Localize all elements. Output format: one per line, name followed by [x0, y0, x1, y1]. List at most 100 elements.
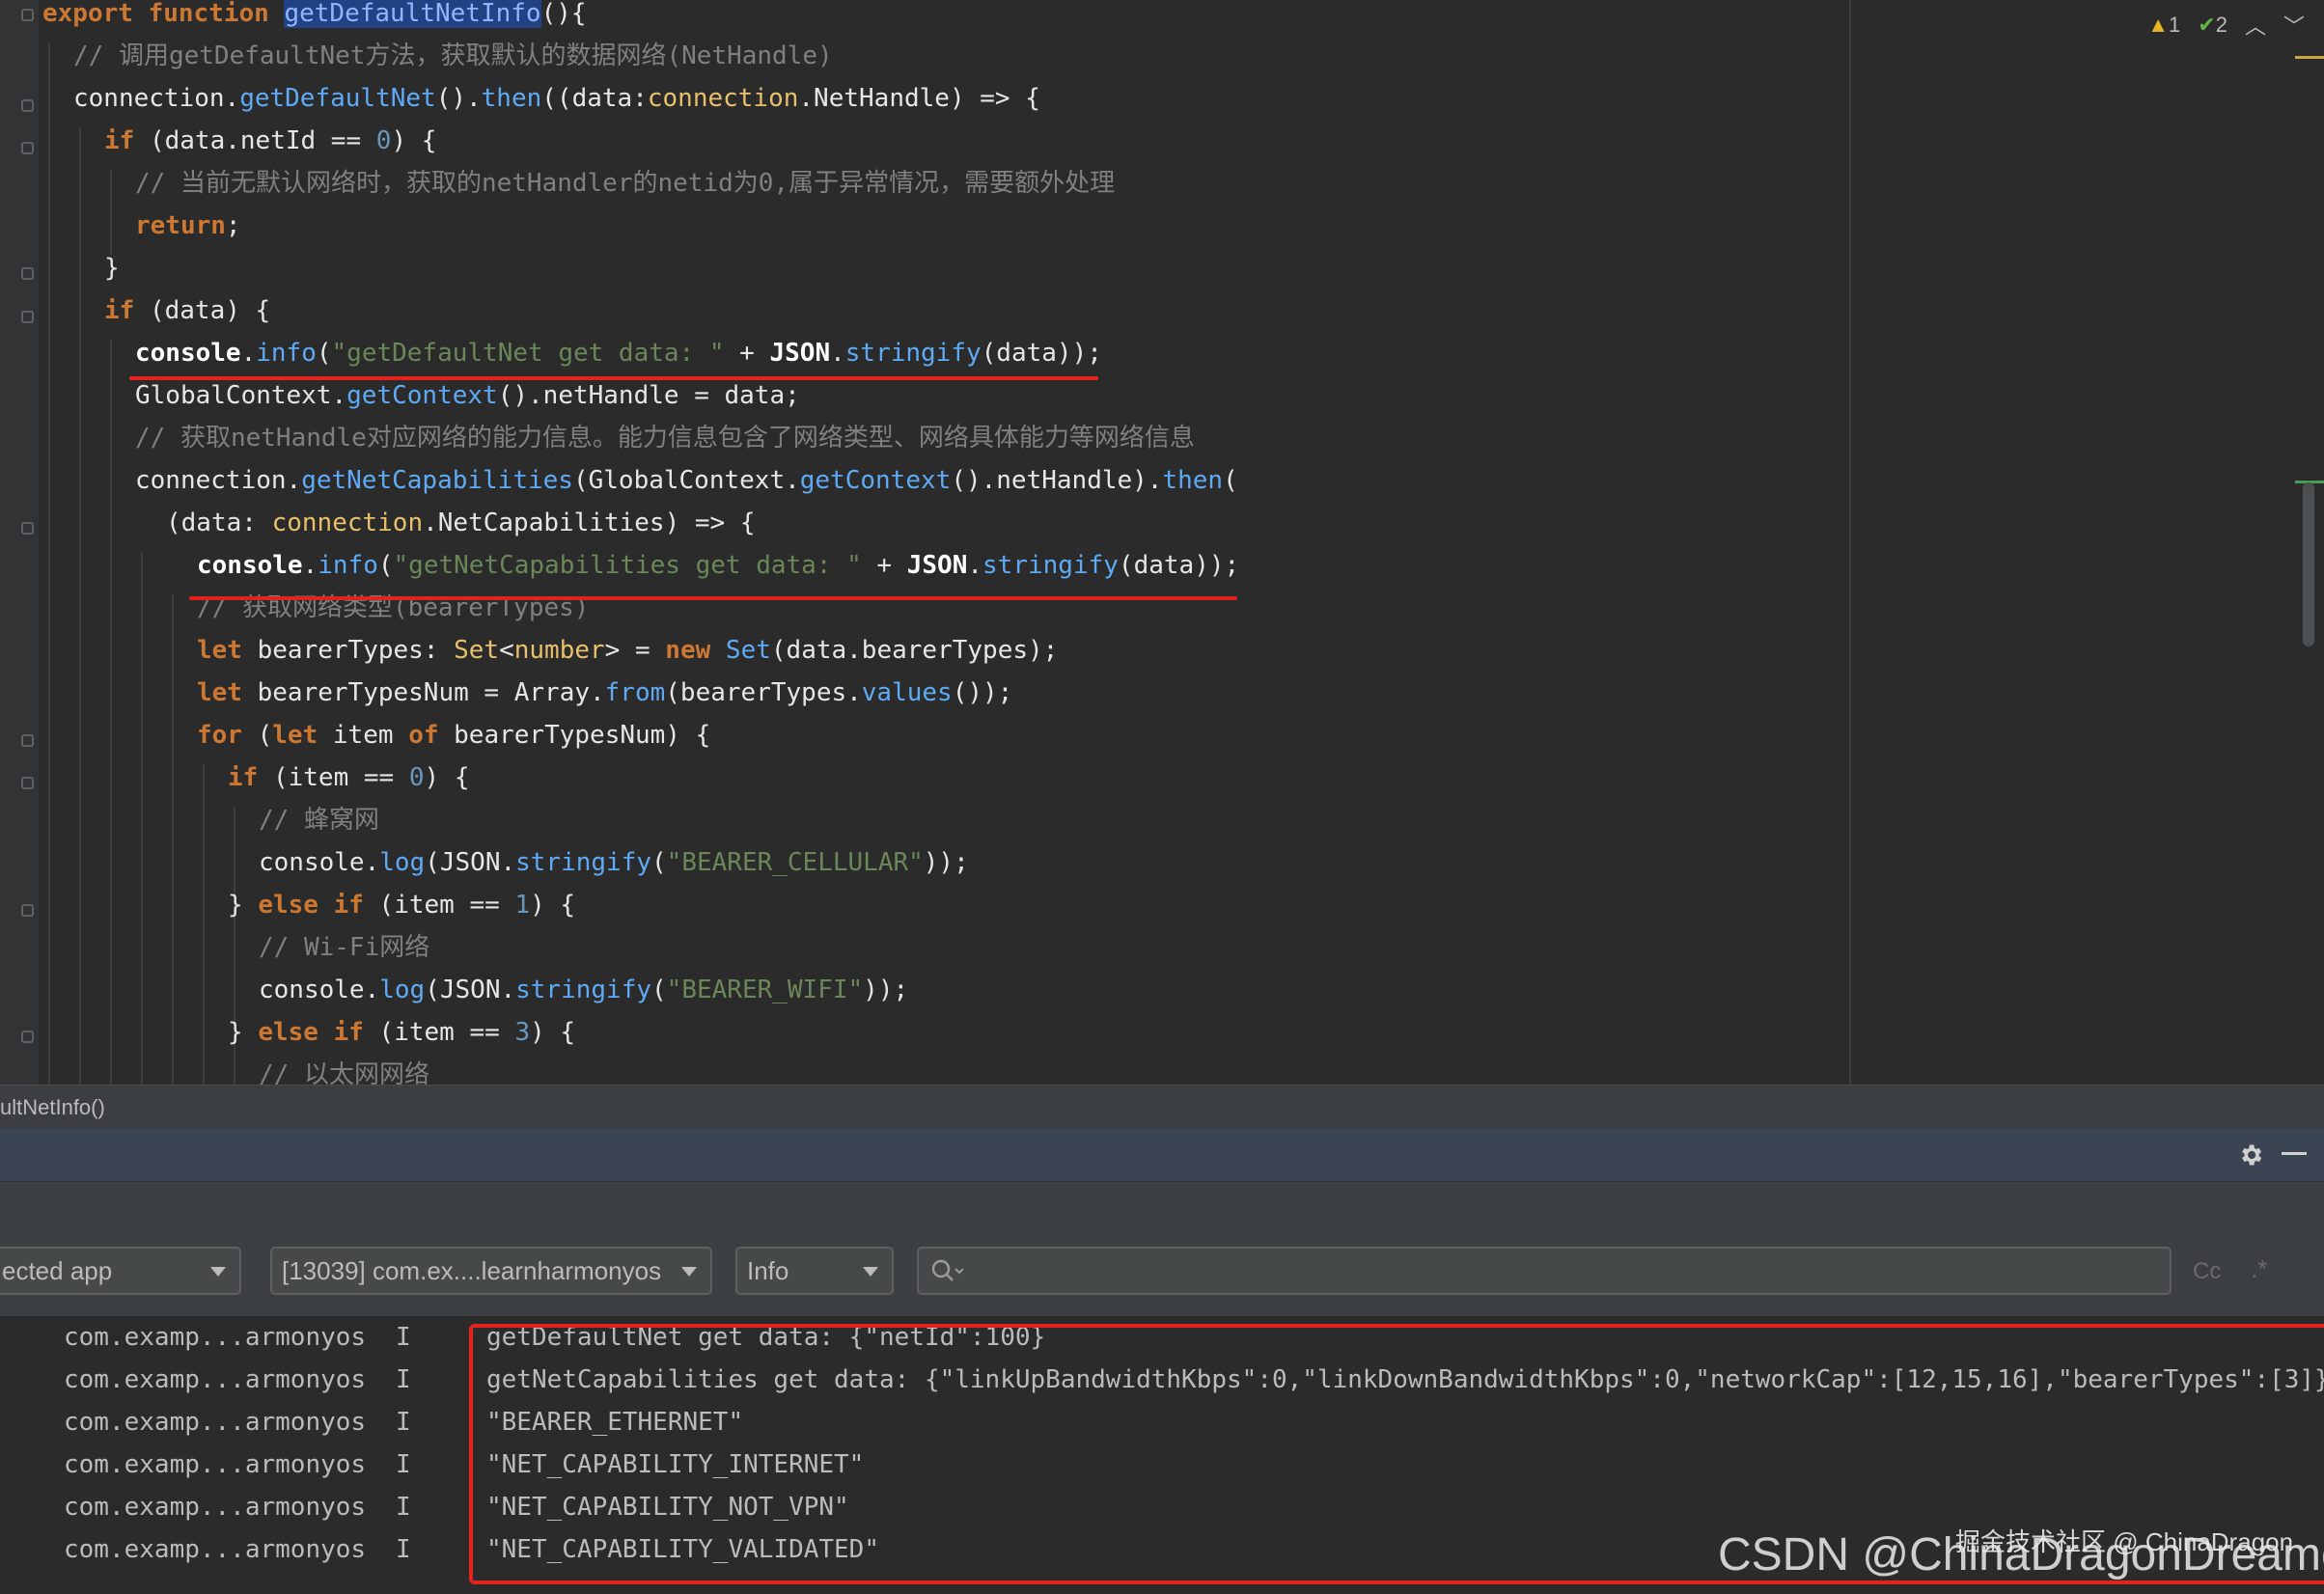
- logcat-tool-header: [0, 1129, 2324, 1181]
- code-line[interactable]: // 以太网网络: [259, 1054, 429, 1085]
- code-token: (data) {: [149, 296, 271, 325]
- code-line[interactable]: console.info("getDefaultNet get data: " …: [135, 332, 1102, 374]
- code-token: if: [104, 296, 150, 325]
- chevron-down-icon: [863, 1267, 878, 1277]
- fold-marker[interactable]: [21, 267, 34, 280]
- device-select-value: ected app: [2, 1256, 113, 1285]
- code-token: 3: [514, 1018, 531, 1047]
- fold-marker[interactable]: [21, 142, 34, 154]
- breadcrumb[interactable]: ultNetInfo(): [0, 1085, 2324, 1130]
- code-token: > =: [604, 636, 666, 665]
- log-level-select[interactable]: Info: [735, 1247, 894, 1295]
- code-token: of: [408, 721, 455, 750]
- code-line[interactable]: // 获取网络类型(bearerTypes): [197, 587, 589, 629]
- fold-marker[interactable]: [21, 904, 34, 917]
- code-token: }: [228, 891, 259, 920]
- process-select[interactable]: [13039] com.ex....learnharmonyos: [270, 1247, 712, 1295]
- code-line[interactable]: let bearerTypes: Set<number> = new Set(d…: [197, 629, 1058, 672]
- code-token: for: [197, 721, 258, 750]
- code-line[interactable]: // 获取netHandle对应网络的能力信息。能力信息包含了网络类型、网络具体…: [135, 417, 1195, 459]
- next-highlight-icon[interactable]: ﹀: [2283, 10, 2305, 41]
- code-token: ) {: [530, 1018, 576, 1047]
- code-token: ));: [863, 976, 909, 1004]
- code-line[interactable]: } else if (item == 1) {: [228, 884, 575, 926]
- code-token: "BEARER_WIFI": [666, 976, 864, 1004]
- editor-scrollbar[interactable]: [2303, 482, 2314, 646]
- code-line[interactable]: (data: connection.NetCapabilities) => {: [166, 502, 756, 544]
- code-line[interactable]: if (item == 0) {: [228, 756, 469, 799]
- code-token: console.: [259, 848, 380, 877]
- code-token: .: [830, 339, 845, 368]
- code-token: (: [257, 721, 273, 750]
- log-search-input[interactable]: [917, 1247, 2172, 1295]
- code-token: let: [197, 678, 258, 707]
- log-level: I: [396, 1408, 411, 1437]
- code-token: log: [379, 848, 426, 877]
- weak-warning-count[interactable]: ✔2: [2198, 13, 2227, 38]
- fold-marker[interactable]: [21, 522, 34, 535]
- code-line[interactable]: // 蜂窝网: [259, 799, 379, 841]
- match-case-toggle[interactable]: Cc: [2193, 1258, 2221, 1285]
- code-line[interactable]: if (data.netId == 0) {: [104, 120, 436, 162]
- annotation-underline: [129, 376, 1098, 380]
- device-select[interactable]: ected app: [0, 1247, 241, 1295]
- code-token: getNetCapabilities: [301, 466, 573, 495]
- inspection-widget[interactable]: ▲1 ✔2 ︿ ﹀: [2147, 10, 2305, 41]
- code-token: console: [197, 551, 303, 580]
- fold-marker[interactable]: [21, 1031, 34, 1043]
- scroll-marker-warning[interactable]: [2295, 56, 2324, 59]
- breadcrumb-item[interactable]: ultNetInfo(): [0, 1095, 105, 1120]
- code-token: // Wi-Fi网络: [259, 933, 430, 962]
- code-line[interactable]: // 调用getDefaultNet方法，获取默认的数据网络(NetHandle…: [73, 35, 833, 77]
- code-line[interactable]: } else if (item == 3) {: [228, 1011, 575, 1054]
- code-line[interactable]: export function getDefaultNetInfo(){: [42, 0, 587, 35]
- indent-guide: [110, 340, 112, 1085]
- code-token: .: [240, 339, 257, 368]
- code-line[interactable]: let bearerTypesNum = Array.from(bearerTy…: [197, 672, 1012, 714]
- code-token: let: [272, 721, 333, 750]
- code-line[interactable]: for (let item of bearerTypesNum) {: [197, 714, 710, 756]
- code-token: then: [1162, 466, 1224, 495]
- previous-highlight-icon[interactable]: ︿: [2245, 10, 2266, 41]
- code-token: values: [861, 678, 953, 707]
- fold-marker[interactable]: [21, 777, 34, 789]
- code-line[interactable]: if (data) {: [104, 289, 270, 332]
- code-line[interactable]: return;: [135, 205, 241, 247]
- chevron-down-icon: [681, 1267, 697, 1277]
- code-token: (data:: [166, 508, 272, 537]
- code-line[interactable]: console.log(JSON.stringify("BEARER_WIFI"…: [259, 969, 908, 1011]
- code-token: from: [604, 678, 666, 707]
- code-token: "BEARER_CELLULAR": [666, 848, 924, 877]
- code-line[interactable]: console.info("getNetCapabilities get dat…: [197, 544, 1239, 587]
- code-token: connection: [647, 84, 799, 113]
- log-level: I: [396, 1493, 411, 1522]
- code-line[interactable]: connection.getNetCapabilities(GlobalCont…: [135, 459, 1238, 502]
- code-line[interactable]: connection.getDefaultNet().then((data:co…: [73, 77, 1040, 120]
- minimize-icon[interactable]: [2282, 1152, 2307, 1155]
- code-token: (: [316, 339, 332, 368]
- indent-guide: [203, 764, 205, 1085]
- code-token: .: [967, 551, 983, 580]
- warning-count-label: 1: [2169, 13, 2181, 37]
- editor-gutter[interactable]: [0, 0, 39, 1085]
- fold-marker[interactable]: [21, 9, 34, 21]
- code-line[interactable]: // Wi-Fi网络: [259, 926, 429, 969]
- code-line[interactable]: console.log(JSON.stringify("BEARER_CELLU…: [259, 841, 969, 884]
- code-token: connection: [271, 508, 424, 537]
- code-token: stringify: [982, 551, 1119, 580]
- code-line[interactable]: }: [104, 247, 120, 289]
- fold-marker[interactable]: [21, 734, 34, 747]
- log-level: I: [396, 1450, 411, 1479]
- chevron-down-icon: [210, 1267, 226, 1277]
- warning-count[interactable]: ▲1: [2147, 13, 2180, 38]
- code-token: "getDefaultNet get data: ": [331, 339, 725, 368]
- fold-marker[interactable]: [21, 99, 34, 112]
- code-token: (){: [540, 0, 587, 28]
- gear-icon[interactable]: [2237, 1141, 2264, 1168]
- code-token: ().netHandle = data;: [497, 381, 800, 410]
- code-line[interactable]: // 当前无默认网络时，获取的netHandler的netid为0,属于异常情况…: [135, 162, 1115, 205]
- regex-toggle[interactable]: .*: [2251, 1254, 2267, 1284]
- fold-marker[interactable]: [21, 311, 34, 323]
- code-editor[interactable]: export function getDefaultNetInfo(){// 调…: [0, 0, 2324, 1085]
- code-line[interactable]: GlobalContext.getContext().netHandle = d…: [135, 374, 800, 417]
